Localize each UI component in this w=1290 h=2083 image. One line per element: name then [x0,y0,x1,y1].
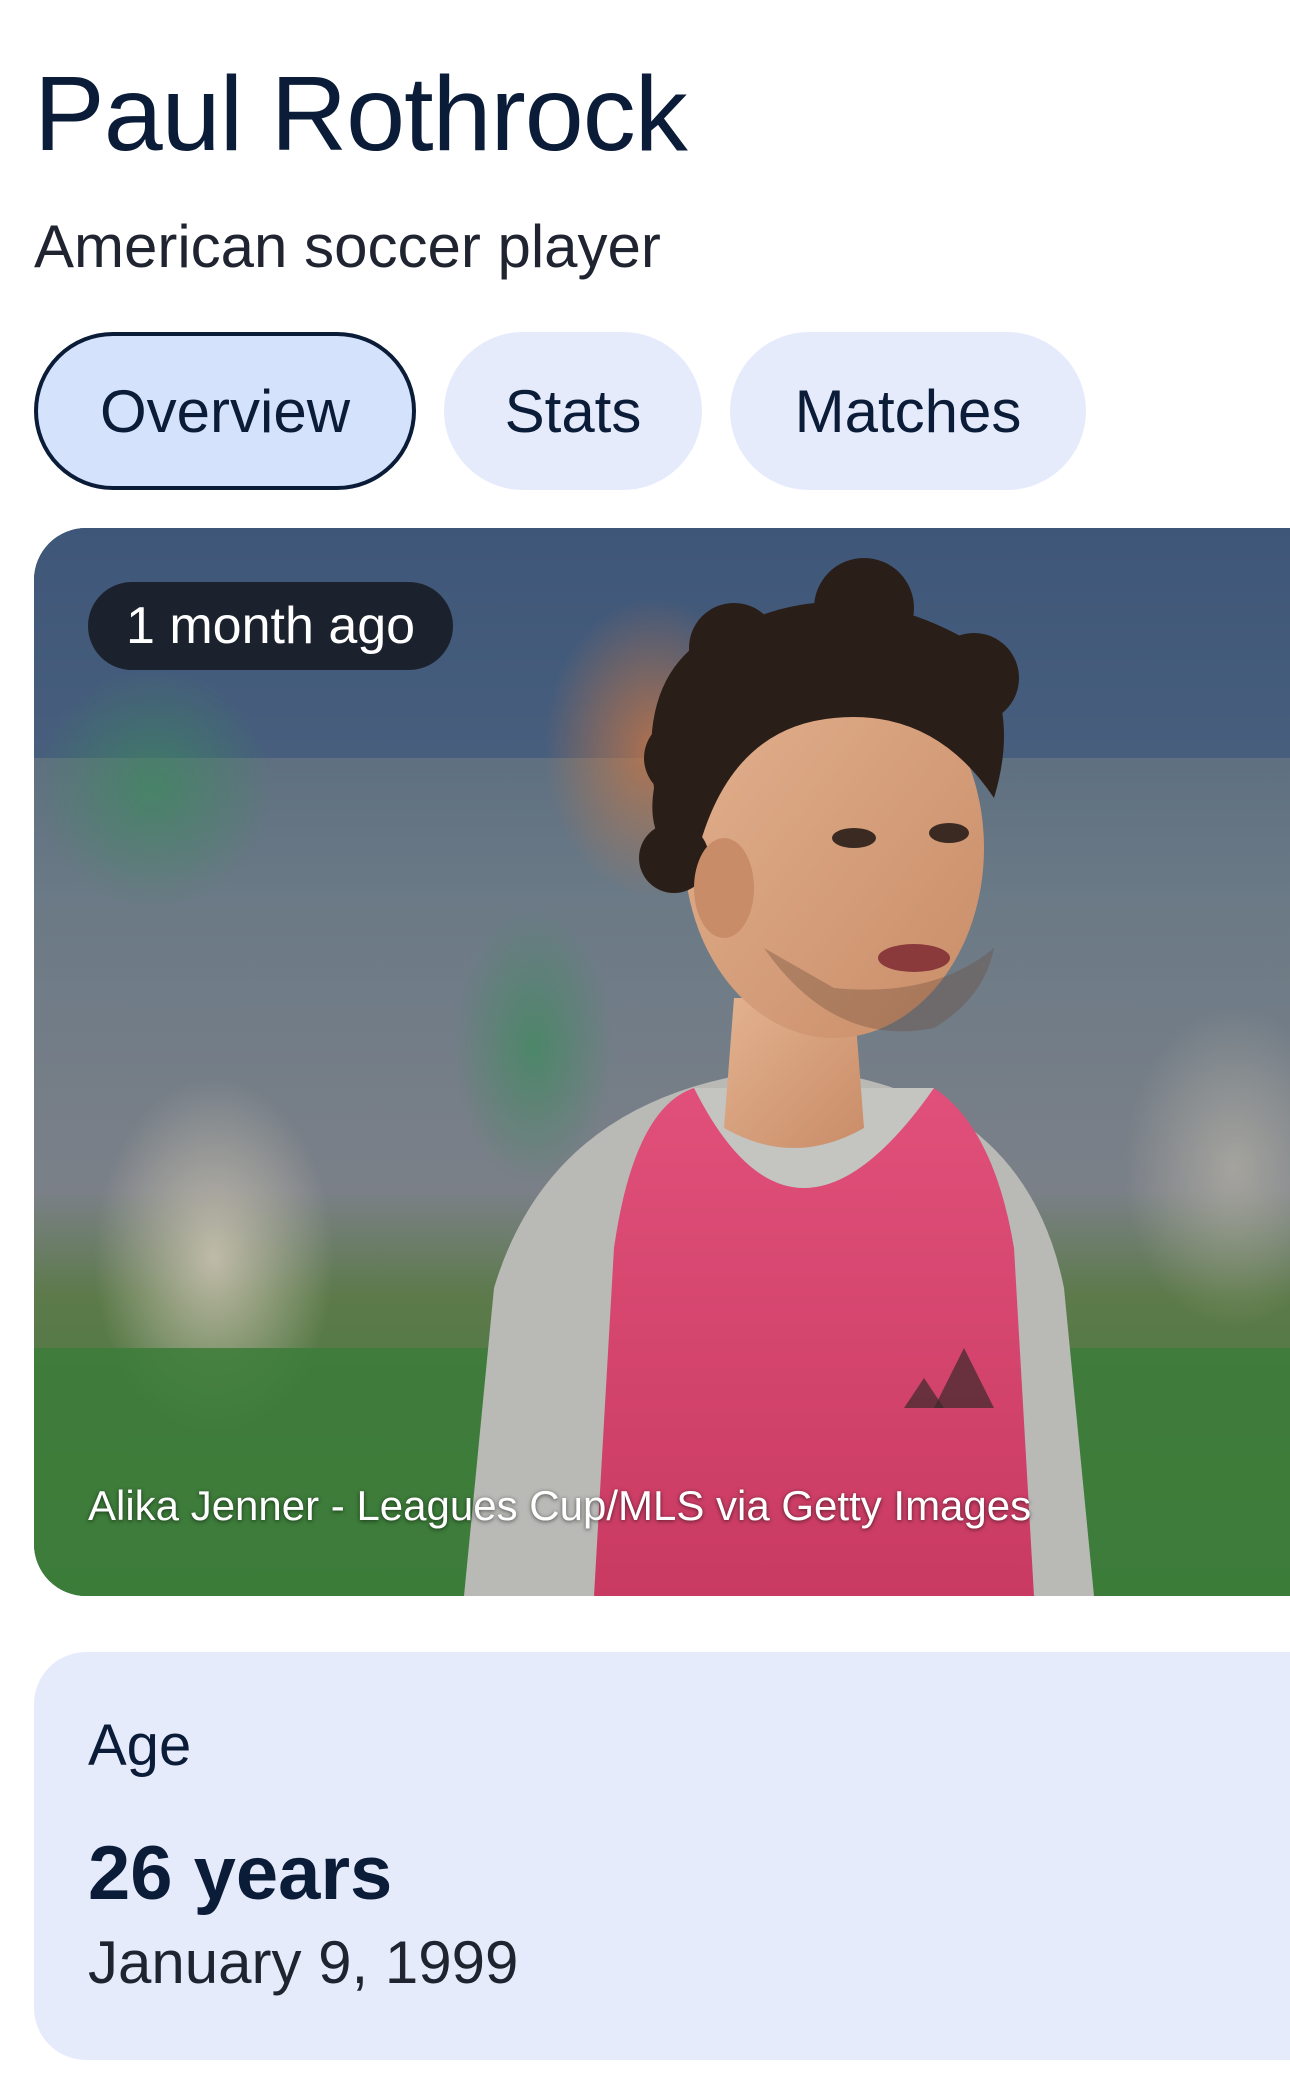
page-title: Paul Rothrock [34,55,688,173]
birth-date: January 9, 1999 [88,1929,519,1996]
player-photo [34,528,1290,1596]
tab-overview[interactable]: Overview [34,332,416,490]
tab-bar: Overview Stats Matches [34,332,1086,490]
tab-matches[interactable]: Matches [730,332,1086,490]
player-profile-page: Paul Rothrock American soccer player Ove… [0,0,1290,2083]
tab-stats[interactable]: Stats [444,332,702,490]
photo-credit: Alika Jenner - Leagues Cup/MLS via Getty… [88,1482,1032,1529]
page-subtitle: American soccer player [34,213,661,280]
player-photo-card[interactable]: 1 month ago Alika Jenner - Leagues Cup/M… [34,528,1290,1596]
timestamp-badge: 1 month ago [88,582,454,670]
age-label: Age [88,1713,192,1778]
age-card[interactable]: Age 26 years January 9, 1999 [34,1652,1290,2060]
age-value: 26 years [88,1831,393,1916]
